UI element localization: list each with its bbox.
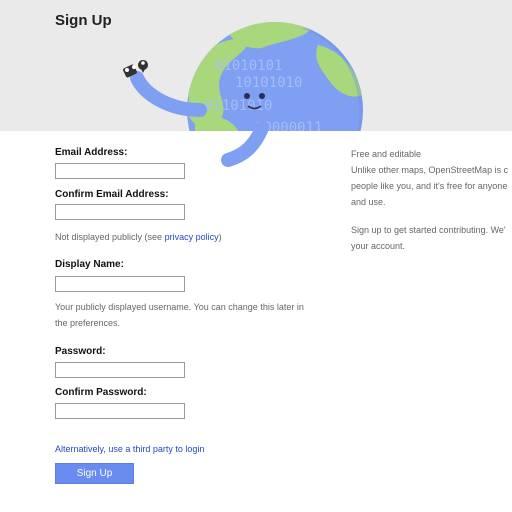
sign-up-button[interactable]: Sign Up (55, 463, 134, 484)
email-hint-prefix: Not displayed publicly (see (55, 232, 165, 242)
display-name-field[interactable] (55, 276, 185, 292)
email-label: Email Address: (55, 147, 128, 158)
confirm-password-field[interactable] (55, 403, 185, 419)
confirm-email-label: Confirm Email Address: (55, 189, 169, 200)
sidebar-line-1: Unlike other maps, OpenStreetMap is c (351, 165, 509, 175)
header-banner: Sign Up (0, 0, 512, 131)
privacy-policy-link[interactable]: privacy policy (165, 232, 219, 242)
sidebar-line-4: Sign up to get started contributing. We' (351, 225, 506, 235)
sidebar-line-5: your account. (351, 241, 406, 251)
display-name-hint-line2: the preferences. (55, 318, 121, 328)
display-name-label: Display Name: (55, 259, 124, 270)
email-hint-suffix: ) (218, 232, 222, 242)
password-label: Password: (55, 346, 106, 357)
display-name-hint: Your publicly displayed username. You ca… (55, 299, 345, 331)
globe-lower-arm (221, 121, 269, 167)
sidebar-heading: Free and editable (351, 149, 422, 159)
sidebar-line-2: people like you, and it's free for anyon… (351, 181, 508, 191)
page-title: Sign Up (55, 12, 112, 29)
confirm-email-field[interactable] (55, 204, 185, 220)
sidebar-line-3: and use. (351, 197, 386, 207)
email-field[interactable] (55, 163, 185, 179)
sidebar-info: Free and editable Unlike other maps, Ope… (351, 146, 512, 254)
confirm-password-label: Confirm Password: (55, 387, 147, 398)
email-hint: Not displayed publicly (see privacy poli… (55, 229, 222, 245)
third-party-login-link[interactable]: Alternatively, use a third party to logi… (55, 444, 204, 454)
password-field[interactable] (55, 362, 185, 378)
display-name-hint-line1: Your publicly displayed username. You ca… (55, 302, 304, 312)
